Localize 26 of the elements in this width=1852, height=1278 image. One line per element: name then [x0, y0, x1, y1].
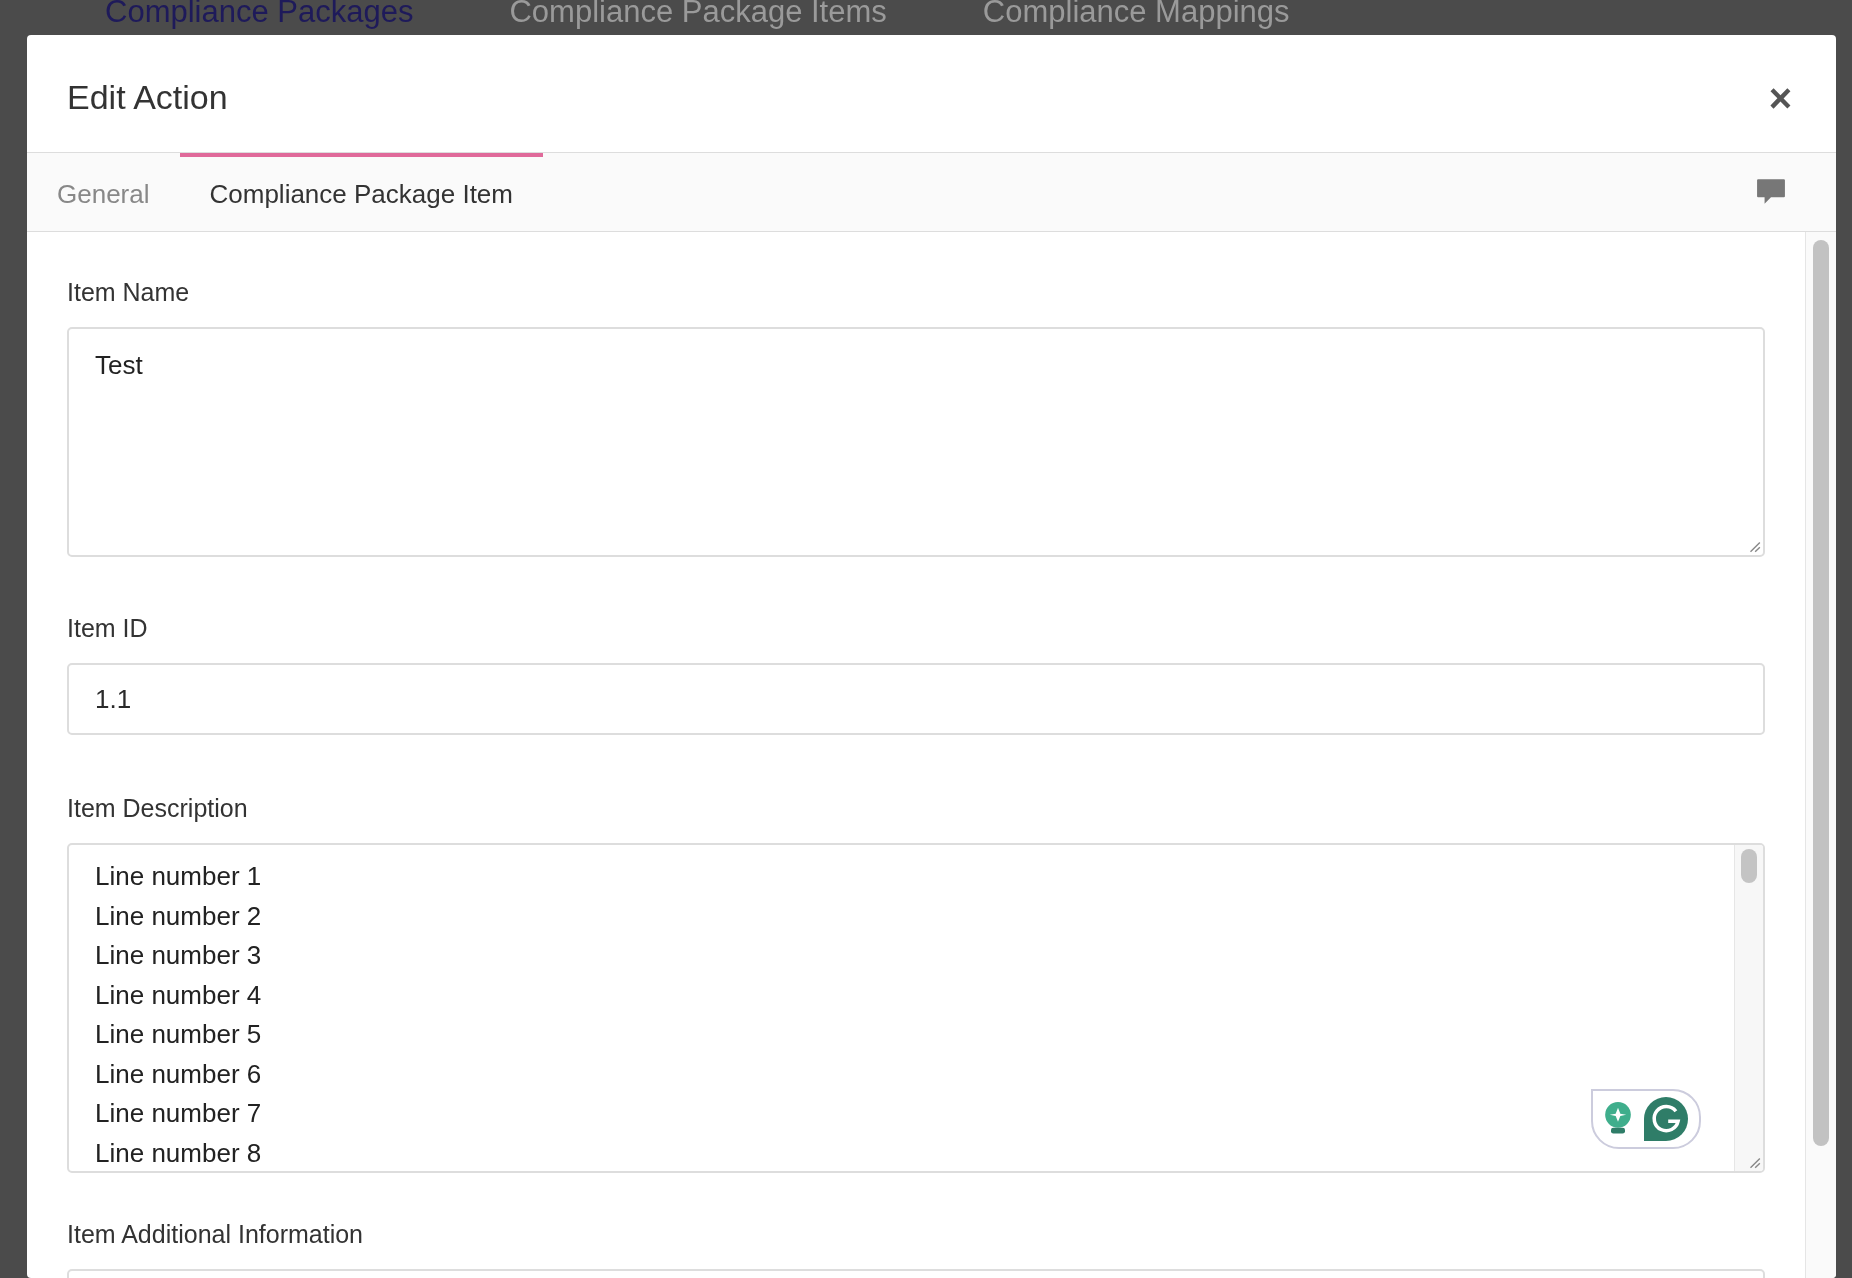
text-line: Line number 3	[95, 939, 262, 972]
resize-handle[interactable]	[1747, 1155, 1761, 1169]
text-line: Line number 2	[95, 899, 262, 933]
text-line: Line number 8	[95, 1136, 262, 1170]
text-area[interactable]: Line number 1 Line number 2 Line number 3 Line number 4 Line number 5 Line number 6 Line number 7 Line number 8	[67, 843, 1765, 1173]
field-label: Item Description	[67, 793, 249, 823]
field-label: Item Name	[67, 277, 191, 307]
text-line: Line number 4	[95, 978, 262, 1012]
field-label: Item Additional Information	[67, 1219, 364, 1249]
text-line: Line number 6	[95, 1057, 262, 1091]
text-area[interactable]: Test	[67, 327, 1765, 557]
text-line: Line number 1	[95, 860, 262, 893]
dialog-title: Edit Action	[67, 78, 229, 117]
scrollbar[interactable]	[1805, 232, 1836, 1278]
field-label: Item ID	[67, 613, 149, 643]
input-field[interactable]: 1.1	[67, 663, 1765, 735]
text-line: Line number 7	[95, 1097, 262, 1130]
assistant-logo-icon	[1643, 1097, 1688, 1141]
text-line: Test	[95, 349, 143, 382]
text-line: Line number 5	[95, 1018, 262, 1051]
close-button[interactable]: ×	[1764, 77, 1796, 118]
writing-assistant-widget[interactable]	[1591, 1089, 1701, 1149]
scrollbar[interactable]	[1734, 845, 1763, 1171]
resize-handle[interactable]	[1747, 539, 1761, 553]
comment-icon[interactable]	[1756, 178, 1786, 206]
lightbulb-icon	[1604, 1101, 1633, 1137]
